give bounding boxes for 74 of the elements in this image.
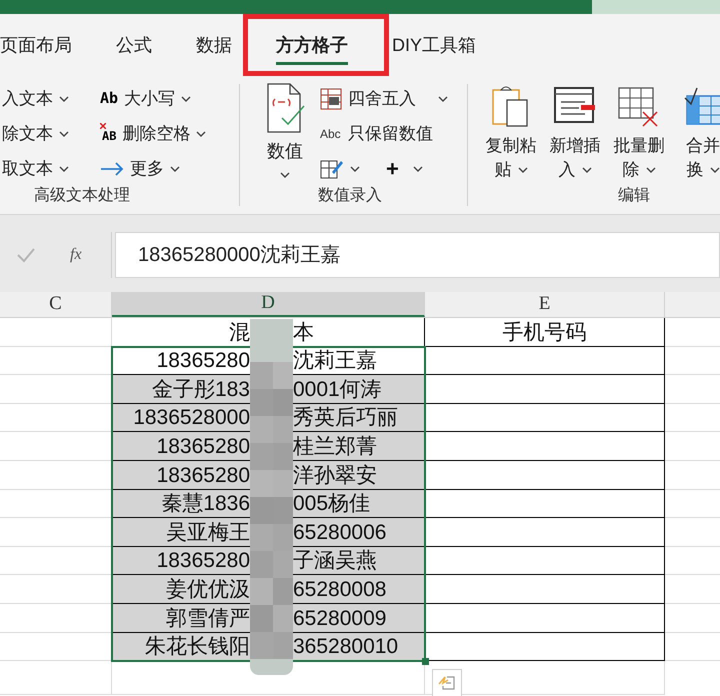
fill-handle[interactable] xyxy=(422,658,429,665)
group-label: 高级文本处理 xyxy=(34,186,130,206)
table-cell: 子涵吴燕 xyxy=(293,548,377,574)
table-cell-text: 18365280 xyxy=(156,434,250,460)
ribbon-tab[interactable]: 数据 xyxy=(174,14,254,76)
column-header[interactable]: E xyxy=(425,292,665,317)
caret-icon xyxy=(350,166,360,172)
caret-icon xyxy=(59,130,69,136)
menu-button[interactable]: 大小写 xyxy=(124,86,192,112)
table-cell-text: 金子彤183 xyxy=(150,376,250,403)
menu-button[interactable]: 四舍五入 xyxy=(348,86,448,112)
caret-icon xyxy=(646,167,656,173)
menu-button[interactable]: 入文本 xyxy=(2,86,69,111)
menu-button[interactable]: 取文本 xyxy=(2,156,69,181)
caret-icon xyxy=(59,96,69,102)
text-icon: Abc xyxy=(320,124,342,142)
table-cell-text: 混 xyxy=(228,320,250,346)
function-button[interactable]: fx xyxy=(70,243,82,267)
group-label: 编辑 xyxy=(618,186,650,206)
ribbon-button[interactable]: 批量删 除 xyxy=(610,84,668,182)
table-cell: 65280008 xyxy=(293,576,386,603)
caret-icon xyxy=(170,166,180,172)
table-cell: 005杨佳 xyxy=(293,491,370,518)
table-cell: 洋孙翠安 xyxy=(293,462,377,489)
ribbon-tab[interactable]: DIY工具箱 xyxy=(370,14,498,76)
caret-icon xyxy=(280,172,290,178)
lightning-icon xyxy=(437,674,457,692)
edit-cells-button[interactable] xyxy=(320,158,360,180)
ribbon-button[interactable]: 新增插 入 xyxy=(546,84,604,182)
search-field[interactable] xyxy=(592,0,720,14)
group-label: 数值录入 xyxy=(318,186,382,206)
caret-icon xyxy=(710,167,720,173)
quick-analysis-button[interactable] xyxy=(432,669,462,696)
caret-icon xyxy=(438,96,448,102)
table-cell-text: 姜优优汲 xyxy=(165,576,250,603)
table-cell: 桂兰郑菁 xyxy=(293,434,377,460)
caret-icon xyxy=(59,166,69,172)
table-cell: 沈莉王嘉 xyxy=(293,348,377,374)
table-cell: 秀英后巧丽 xyxy=(293,405,398,432)
table-cell-text: 1836528000 xyxy=(132,405,250,432)
ribbon-tab[interactable]: 方方格子 xyxy=(254,14,370,76)
check-icon[interactable] xyxy=(16,247,36,263)
caret-icon xyxy=(518,167,528,173)
number-button[interactable]: 数值 xyxy=(262,82,308,178)
table-cell-text: 18365280 xyxy=(156,348,250,374)
ribbon-button[interactable]: 复制粘 贴 xyxy=(482,84,540,182)
add-button[interactable]: + xyxy=(386,152,423,185)
table-cell-text: 18365280 xyxy=(156,462,250,489)
ribbon-tab[interactable]: 公式 xyxy=(94,14,174,76)
table-cell: 手机号码 xyxy=(502,320,586,346)
table-cell: 65280009 xyxy=(293,606,386,632)
table-cell: 本 xyxy=(293,320,314,346)
case-icon: Ab xyxy=(100,87,118,110)
table-cell-text: 秦慧1836 xyxy=(160,491,250,518)
ribbon-tab[interactable]: 页面布局 xyxy=(0,14,94,76)
caret-icon xyxy=(412,166,423,172)
menu-button[interactable]: 除文本 xyxy=(2,121,69,146)
caret-icon xyxy=(582,167,592,173)
column-header[interactable]: D xyxy=(112,292,425,317)
ribbon-button[interactable]: 合并 换 xyxy=(674,84,720,182)
table-cell: 65280006 xyxy=(293,520,386,546)
menu-button[interactable]: 删除空格 xyxy=(122,120,206,146)
table-cell-text: 朱花长钱阳 xyxy=(144,634,250,660)
table-cell-text: 18365280 xyxy=(156,548,250,574)
table-cell-text: 郭雪倩严 xyxy=(165,606,250,632)
grid-icon xyxy=(320,88,342,110)
table-cell-text: 吴亚梅王 xyxy=(165,520,250,546)
table-cell: 0001何涛 xyxy=(293,376,382,403)
caret-icon xyxy=(196,130,206,136)
menu-button[interactable]: 只保留数值 xyxy=(348,120,433,146)
table-cell: 365280010 xyxy=(293,634,398,660)
arrow-icon xyxy=(100,162,124,176)
caret-icon xyxy=(181,96,192,102)
menu-button[interactable]: 更多 xyxy=(130,156,180,182)
